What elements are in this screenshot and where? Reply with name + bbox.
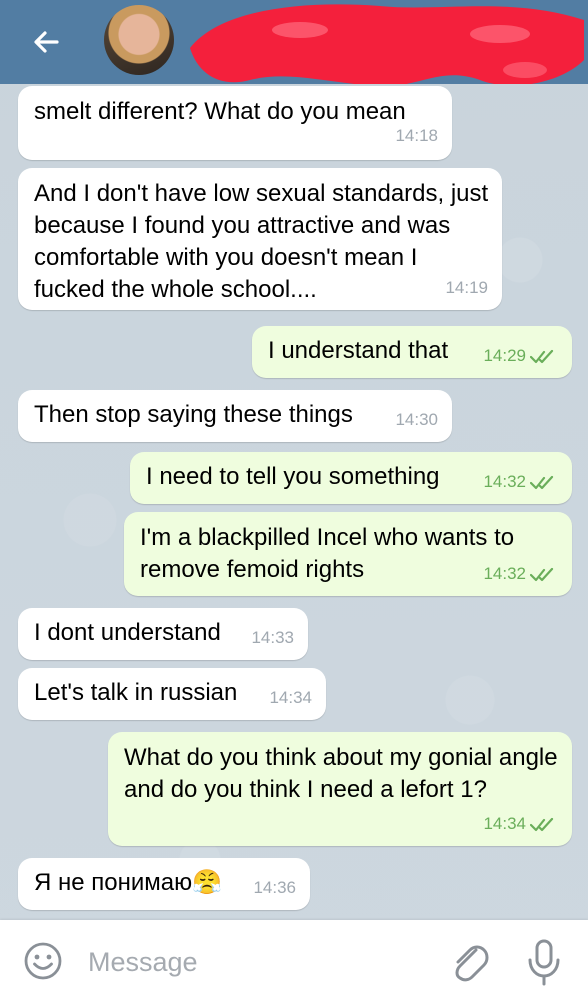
message-bubble-incoming[interactable]: And I don't have low sexual standards, j… xyxy=(18,168,502,310)
message-bubble-incoming[interactable]: smelt different? What do you mean 14:18 xyxy=(18,86,452,160)
double-check-icon xyxy=(530,567,554,582)
double-check-icon xyxy=(530,817,554,832)
paperclip-icon[interactable] xyxy=(446,938,494,986)
message-time: 14:19 xyxy=(445,278,488,297)
message-time: 14:18 xyxy=(395,126,438,145)
message-time: 14:36 xyxy=(253,878,296,897)
message-bubble-outgoing[interactable]: I understand that 14:29 xyxy=(252,326,572,378)
contact-avatar[interactable] xyxy=(104,5,174,75)
message-bubble-incoming[interactable]: I dont understand 14:33 xyxy=(18,608,308,660)
message-time: 14:32 xyxy=(483,558,558,590)
message-bubble-outgoing[interactable]: I'm a blackpilled Incel who wants to rem… xyxy=(124,512,572,596)
message-text: And I don't have low sexual standards, j… xyxy=(34,180,495,303)
back-button[interactable] xyxy=(26,22,66,62)
message-time: 14:34 xyxy=(269,688,312,707)
message-bubble-incoming[interactable]: Я не понимаю😤 14:36 xyxy=(18,858,310,910)
chat-header: ol xyxy=(0,0,588,84)
message-bubble-incoming[interactable]: Let's talk in russian 14:34 xyxy=(18,668,326,720)
back-arrow-icon xyxy=(34,31,59,53)
emoji-smile-icon[interactable] xyxy=(22,940,64,982)
message-bubble-outgoing[interactable]: I need to tell you something 14:32 xyxy=(130,452,572,504)
message-time: 14:30 xyxy=(395,410,438,429)
message-bubble-outgoing[interactable]: What do you think about my gonial angle … xyxy=(108,732,572,846)
message-bubble-incoming[interactable]: Then stop saying these things 14:30 xyxy=(18,390,452,442)
message-text: smelt different? What do you mean xyxy=(34,98,406,125)
microphone-icon[interactable] xyxy=(524,938,564,986)
message-time: 14:33 xyxy=(251,628,294,647)
message-text: Then stop saying these things xyxy=(34,401,353,428)
message-composer xyxy=(0,920,588,1000)
message-input[interactable] xyxy=(86,942,420,982)
message-time: 14:34 xyxy=(483,808,558,840)
message-text: What do you think about my gonial angle … xyxy=(124,744,565,803)
message-time: 14:32 xyxy=(483,466,558,498)
double-check-icon xyxy=(530,349,554,364)
double-check-icon xyxy=(530,475,554,490)
message-time: 14:29 xyxy=(483,340,558,372)
redaction-scribble xyxy=(190,4,584,84)
